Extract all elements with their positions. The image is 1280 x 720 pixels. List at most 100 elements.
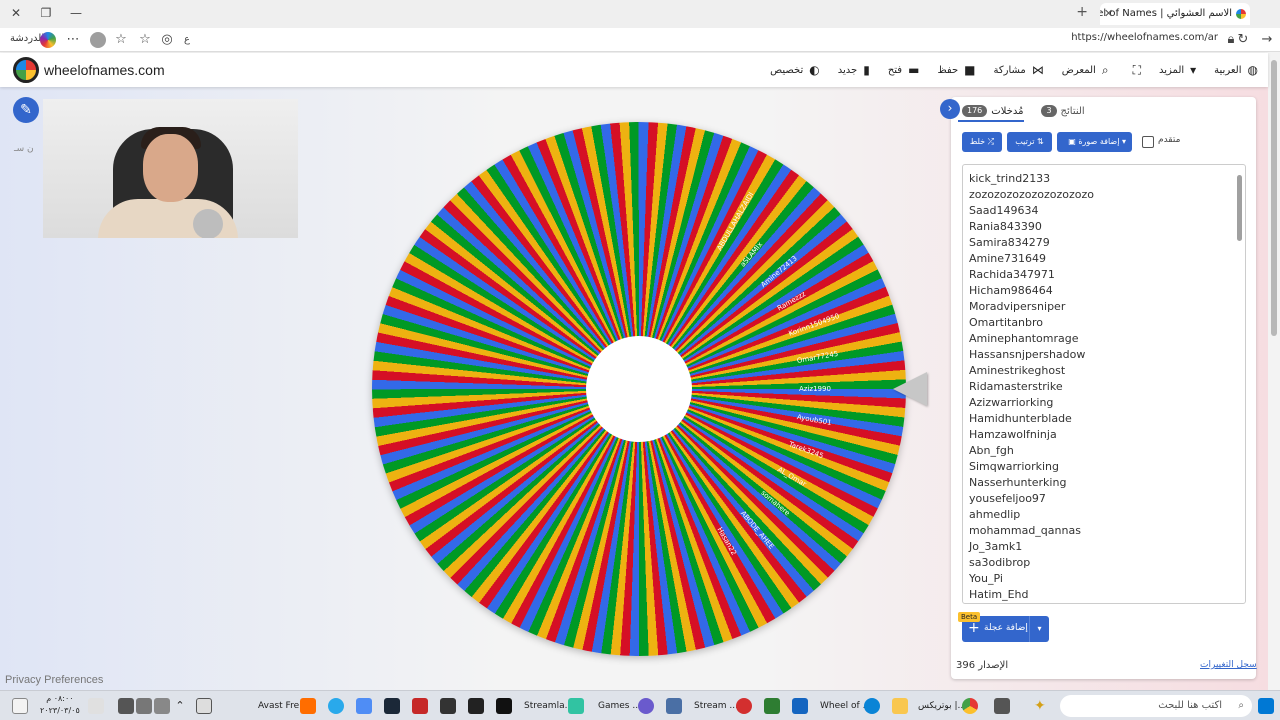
close-window-icon[interactable]: ✕ [2, 4, 30, 22]
taskbar-clock[interactable]: ٠٨:٠٠ م ٢٠٢٣/٠٣/٠٥ [40, 693, 80, 717]
copilot-icon[interactable] [40, 32, 56, 48]
task-view-icon[interactable] [994, 698, 1010, 714]
more-options-icon[interactable]: ⋯ [64, 31, 82, 49]
app-store-icon[interactable] [356, 698, 372, 714]
panel-tabs: مُدخلات 176 النتائج 3 [962, 101, 1085, 121]
shuffle-icon: ⤮ [987, 137, 995, 146]
menu-item-6[interactable]: ⛶ [1127, 63, 1141, 78]
windows-taskbar: ٠٨:٠٠ م ٢٠٢٣/٠٣/٠٥ ⌃ Avast Fre... Stream… [0, 690, 1280, 720]
edge-icon[interactable] [864, 698, 880, 714]
site-name[interactable]: wheelofnames.com [44, 62, 165, 78]
restore-window-icon[interactable]: ❐ [32, 4, 60, 22]
tab-results-label: النتائج [1060, 105, 1085, 117]
taskbar-app-games[interactable]: Games ... [598, 695, 641, 717]
edit-pencil-icon[interactable]: ✎ [13, 97, 39, 123]
refresh-icon[interactable]: ↻ [1234, 31, 1252, 49]
menu-item-7[interactable]: ▾ المزيد [1159, 63, 1196, 77]
tab-entries-label: مُدخلات [991, 105, 1024, 117]
read-aloud-label[interactable]: ع [178, 31, 196, 49]
entry-line: mohammad_qannas [969, 524, 1081, 537]
tiktok-icon[interactable] [496, 698, 512, 714]
tab-entries[interactable]: مُدخلات 176 [962, 101, 1023, 121]
new-file-icon: ▮ [863, 63, 870, 77]
streamer-head [143, 134, 198, 202]
chevron-down-icon[interactable]: ▾ [1122, 137, 1126, 146]
browser-tab[interactable]: الاسم العشوائي | Wheel of Names ✕ [1100, 3, 1250, 25]
tab-results[interactable]: النتائج 3 [1041, 101, 1085, 121]
menu-item-0[interactable]: ◐ تخصيص [770, 63, 820, 77]
privacy-preferences-link[interactable]: Privacy Preferences [5, 674, 103, 686]
minimize-window-icon[interactable]: — [62, 4, 90, 22]
folder-icon: ▬ [908, 63, 920, 77]
entries-list: kick_trind2133 zozozozozozozozozozo Saad14… [963, 171, 1094, 603]
entries-textarea[interactable]: kick_trind2133 zozozozozozozozozozo Saad14… [962, 164, 1246, 604]
add-favorite-icon[interactable]: ☆ [136, 31, 154, 49]
file-explorer-icon[interactable] [892, 698, 908, 714]
advanced-checkbox[interactable] [1142, 136, 1154, 148]
taskbar-app-streamlabs[interactable]: Streamla... [524, 695, 573, 717]
microphone-icon[interactable] [118, 698, 134, 714]
chat-label[interactable]: الدردشة [10, 33, 44, 44]
page-scrollbar-thumb[interactable] [1271, 60, 1277, 336]
entry-line: Azizwarriorking [969, 396, 1054, 409]
chrome-icon[interactable] [962, 698, 978, 714]
browser-essentials-icon[interactable]: ◎ [158, 31, 176, 49]
entry-line: Aminestrikeghost [969, 364, 1066, 377]
language-icon[interactable] [88, 698, 104, 714]
notepad-icon[interactable] [666, 698, 682, 714]
taskbar-app-stream[interactable]: Stream ... [694, 695, 738, 717]
changelog-link[interactable]: سجل التغييرات [1200, 660, 1257, 670]
menu-item-2[interactable]: ▬ فتح [888, 63, 920, 77]
add-image-button[interactable]: ▾ إضافة صورة ▣ [1057, 132, 1132, 152]
chevron-down-icon[interactable]: ▾ [1029, 616, 1049, 642]
entry-line: You_Pi [969, 572, 1003, 585]
keyboard-icon[interactable] [196, 698, 212, 714]
spin-wheel[interactable]: ABDULLAHALZAIDI aSLAMIx Amine72413 Ramezzz K… [372, 122, 906, 656]
back-icon[interactable]: → [1258, 31, 1276, 49]
word-icon[interactable] [792, 698, 808, 714]
shuffle-button[interactable]: ⤮ خلط [962, 132, 1002, 152]
opera-icon[interactable] [736, 698, 752, 714]
vpn-icon[interactable] [412, 698, 428, 714]
menu-item-4[interactable]: ⋈ مشاركة [994, 63, 1044, 77]
streamlabs-icon[interactable] [568, 698, 584, 714]
copilot-sparkle-icon[interactable]: ✦ [1034, 698, 1050, 714]
wheel-pointer-icon [893, 372, 927, 406]
entries-scrollbar-thumb[interactable] [1237, 175, 1242, 241]
menu-item-label: جديد [837, 64, 858, 76]
favorites-icon[interactable]: ☆ [112, 31, 130, 49]
version-text: الإصدار 396 [956, 660, 1009, 671]
profile-avatar[interactable] [90, 32, 106, 48]
excel-icon[interactable] [764, 698, 780, 714]
menu-item-1[interactable]: ▮ جديد [838, 63, 870, 77]
fullscreen-icon: ⛶ [1132, 62, 1141, 77]
capcut-icon[interactable] [468, 698, 484, 714]
active-tab-underline [958, 120, 1024, 122]
sort-button[interactable]: ⇅ ترتيب [1007, 132, 1052, 152]
capture-icon[interactable] [440, 698, 456, 714]
network-icon[interactable] [154, 698, 170, 714]
telegram-icon[interactable] [328, 698, 344, 714]
steam-icon[interactable] [384, 698, 400, 714]
avast-icon[interactable] [300, 698, 316, 714]
new-tab-icon[interactable]: + [1076, 4, 1088, 20]
windows-start-icon[interactable] [1258, 698, 1274, 714]
display-icon[interactable] [136, 698, 152, 714]
taskbar-app-chrome[interactable]: بوتريكس |... [918, 695, 966, 717]
site-logo-icon[interactable] [13, 57, 39, 83]
plus-icon: + [968, 620, 980, 636]
tab-close-icon[interactable]: ✕ [1104, 3, 1113, 25]
menu-item-5[interactable]: ⌕ المعرض [1062, 63, 1109, 78]
sort-label: ترتيب [1015, 137, 1035, 146]
clock-time: ٠٨:٠٠ م [46, 694, 74, 703]
notifications-icon[interactable] [12, 698, 28, 714]
menu-item-8[interactable]: ◍ العربية [1214, 63, 1258, 77]
url-field[interactable]: https://wheelofnames.com/ar [1071, 32, 1218, 43]
taskbar-search[interactable]: اكتب هنا للبحث ⌕ [1060, 695, 1252, 717]
games-icon[interactable] [638, 698, 654, 714]
show-hidden-icons[interactable]: ⌃ [172, 698, 188, 714]
wheel-center[interactable] [586, 336, 692, 442]
menu-item-3[interactable]: ■ حفظ [937, 63, 975, 77]
save-icon: ■ [964, 63, 976, 77]
collapse-panel-icon[interactable]: › [940, 99, 960, 119]
